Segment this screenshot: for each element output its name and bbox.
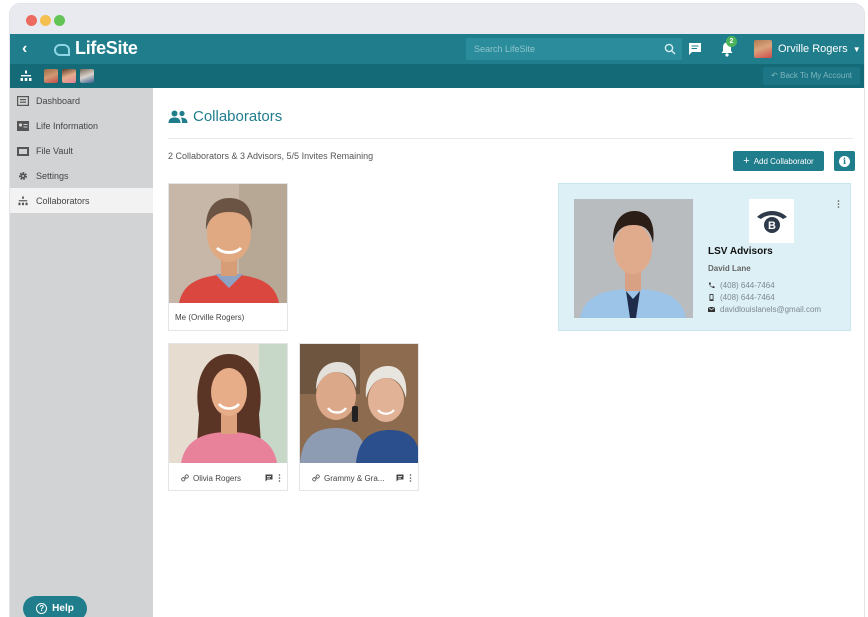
back-arrow-icon[interactable]: ‹ bbox=[22, 40, 27, 58]
sidebar: Dashboard Life Information File Vault Se… bbox=[10, 88, 153, 617]
user-name: Orville Rogers bbox=[778, 43, 848, 55]
account-avatar-orville[interactable] bbox=[44, 69, 58, 83]
chevron-down-icon: ▼ bbox=[852, 44, 861, 54]
advisor-firm-logo: B bbox=[749, 199, 794, 243]
page-header: Collaborators bbox=[168, 108, 282, 125]
help-label: Help bbox=[52, 603, 74, 614]
more-options-icon[interactable] bbox=[837, 200, 840, 208]
search-icon[interactable] bbox=[664, 43, 676, 55]
advisor-firm-name: LSV Advisors bbox=[708, 246, 773, 257]
back-to-account-button[interactable]: ↶ Back To My Account bbox=[763, 67, 860, 85]
account-switcher-bar: ↶ Back To My Account bbox=[10, 64, 864, 88]
search-box bbox=[466, 38, 682, 60]
advisor-phone-number: (408) 644-7464 bbox=[720, 281, 775, 290]
top-navbar: ‹ LifeSite 2 Orville Rogers ▼ bbox=[10, 34, 864, 64]
sidebar-item-dashboard[interactable]: Dashboard bbox=[10, 88, 153, 113]
search-input[interactable] bbox=[466, 38, 682, 60]
help-button[interactable]: ? Help bbox=[23, 596, 87, 617]
family-tree-icon[interactable] bbox=[20, 70, 32, 82]
profile-photo-grandparents bbox=[300, 344, 418, 463]
sidebar-item-label: Settings bbox=[36, 170, 69, 181]
notification-count-badge: 2 bbox=[726, 36, 737, 47]
profile-photo-olivia bbox=[169, 344, 287, 463]
advisor-card[interactable]: B LSV Advisors David Lane (408) 644-7464… bbox=[558, 183, 851, 331]
sidebar-item-life-information[interactable]: Life Information bbox=[10, 113, 153, 138]
sidebar-item-label: Collaborators bbox=[36, 195, 90, 206]
advisor-photo bbox=[574, 199, 693, 318]
chat-icon[interactable] bbox=[265, 474, 273, 482]
sidebar-item-label: File Vault bbox=[36, 145, 73, 156]
brand-name: LifeSite bbox=[75, 38, 138, 58]
advisor-phone[interactable]: (408) 644-7464 bbox=[708, 281, 775, 290]
collaborator-card[interactable]: Grammy & Gra... bbox=[299, 343, 419, 491]
user-avatar bbox=[754, 40, 772, 58]
lifesite-logo[interactable]: LifeSite bbox=[54, 38, 138, 59]
add-collaborator-button[interactable]: + Add Collaborator bbox=[733, 151, 824, 171]
folder-icon bbox=[17, 146, 29, 156]
advisor-email-address: davidlouislanels@gmail.com bbox=[720, 305, 822, 314]
add-collaborator-label: Add Collaborator bbox=[753, 156, 814, 166]
advisor-person-name: David Lane bbox=[708, 264, 751, 273]
phone-icon bbox=[708, 282, 715, 289]
gear-icon bbox=[19, 171, 27, 180]
undo-arrow-icon: ↶ bbox=[771, 71, 781, 80]
collaborator-name[interactable]: Olivia Rogers bbox=[193, 474, 265, 483]
svg-text:B: B bbox=[768, 220, 776, 232]
card-footer: Olivia Rogers bbox=[169, 472, 287, 484]
minimize-window-button[interactable] bbox=[40, 15, 51, 26]
profile-photo-me bbox=[169, 184, 287, 303]
close-window-button[interactable] bbox=[26, 15, 37, 26]
id-card-icon bbox=[17, 120, 29, 131]
collaborator-name[interactable]: Grammy & Gra... bbox=[324, 474, 396, 483]
dashboard-icon bbox=[17, 95, 29, 106]
logo-mark-icon bbox=[54, 42, 72, 56]
advisor-email[interactable]: davidlouislanels@gmail.com bbox=[708, 305, 821, 314]
collaborator-card[interactable]: Olivia Rogers bbox=[168, 343, 288, 491]
header-divider bbox=[168, 138, 853, 139]
more-options-icon[interactable] bbox=[409, 474, 412, 482]
collaborators-icon bbox=[18, 195, 28, 205]
page-title: Collaborators bbox=[193, 108, 283, 125]
link-icon bbox=[181, 474, 189, 482]
sidebar-item-label: Life Information bbox=[36, 120, 99, 131]
app-window: ‹ LifeSite 2 Orville Rogers ▼ bbox=[10, 4, 864, 617]
question-icon: ? bbox=[36, 603, 48, 614]
user-menu[interactable]: Orville Rogers ▼ bbox=[754, 40, 861, 58]
more-options-icon[interactable] bbox=[278, 474, 281, 482]
advisor-mobile[interactable]: (408) 644-7464 bbox=[708, 293, 775, 302]
card-label: Me (Orville Rogers) bbox=[175, 313, 245, 322]
account-avatar-grandparents[interactable] bbox=[80, 69, 94, 83]
messages-icon[interactable] bbox=[688, 42, 702, 56]
sidebar-item-file-vault[interactable]: File Vault bbox=[10, 138, 153, 163]
link-icon bbox=[312, 474, 320, 482]
info-button[interactable]: i bbox=[834, 151, 855, 171]
email-icon bbox=[708, 307, 715, 312]
sidebar-item-settings[interactable]: Settings bbox=[10, 163, 153, 188]
people-icon bbox=[168, 110, 188, 123]
maximize-window-button[interactable] bbox=[54, 15, 65, 26]
card-footer: Grammy & Gra... bbox=[300, 472, 418, 484]
window-titlebar bbox=[10, 4, 864, 34]
chat-icon[interactable] bbox=[396, 474, 404, 482]
collaborator-summary: 2 Collaborators & 3 Advisors, 5/5 Invite… bbox=[168, 151, 374, 161]
info-icon: i bbox=[839, 155, 850, 167]
account-avatar-olivia[interactable] bbox=[62, 69, 76, 83]
sidebar-item-collaborators[interactable]: Collaborators bbox=[10, 188, 153, 213]
sidebar-item-label: Dashboard bbox=[36, 95, 81, 106]
plus-icon: + bbox=[743, 155, 750, 167]
collaborator-card-me[interactable]: Me (Orville Rogers) bbox=[168, 183, 288, 331]
main-content: Collaborators 2 Collaborators & 3 Adviso… bbox=[153, 88, 864, 617]
advisor-mobile-number: (408) 644-7464 bbox=[720, 293, 775, 302]
mobile-phone-icon bbox=[709, 294, 714, 301]
back-to-account-label: Back To My Account bbox=[780, 71, 852, 80]
